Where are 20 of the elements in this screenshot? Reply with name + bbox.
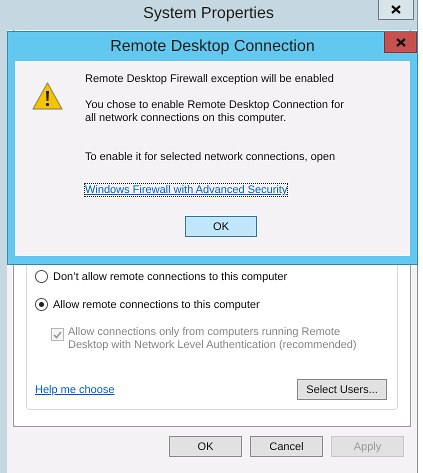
close-button[interactable] (378, 0, 414, 20)
dialog-button[interactable]: OK (169, 436, 242, 457)
firewall-link[interactable]: Windows Firewall with Advanced Security (85, 184, 288, 196)
select-users-button[interactable]: Select Users... (297, 379, 387, 400)
help-link[interactable]: Help me choose (35, 384, 114, 396)
message-heading: Remote Desktop Firewall exception will be enabled (85, 73, 334, 86)
radio-button[interactable] (35, 270, 48, 283)
close-icon (391, 5, 401, 14)
message-text: You chose to enable Remote Desktop Connection for all network connections on this computer. (85, 99, 345, 125)
radio-button[interactable] (35, 298, 48, 311)
dialog-title: Remote Desktop Connection (110, 38, 315, 57)
checkbox-label: Allow connections only from computers running Remote Desktop with Network Level Authentication (recommended) (68, 326, 358, 352)
radio-label: Allow remote connections to this computer (53, 298, 260, 310)
radio-label: Don’t allow remote connections to this computer (53, 270, 288, 282)
close-icon (396, 38, 406, 46)
instruction-text: To enable it for selected network connections, open (85, 151, 336, 164)
window-title: System Properties (143, 5, 274, 23)
dialog-button[interactable]: Cancel (250, 436, 323, 457)
warning-icon (32, 82, 63, 110)
ok-button[interactable]: OK (185, 216, 257, 237)
